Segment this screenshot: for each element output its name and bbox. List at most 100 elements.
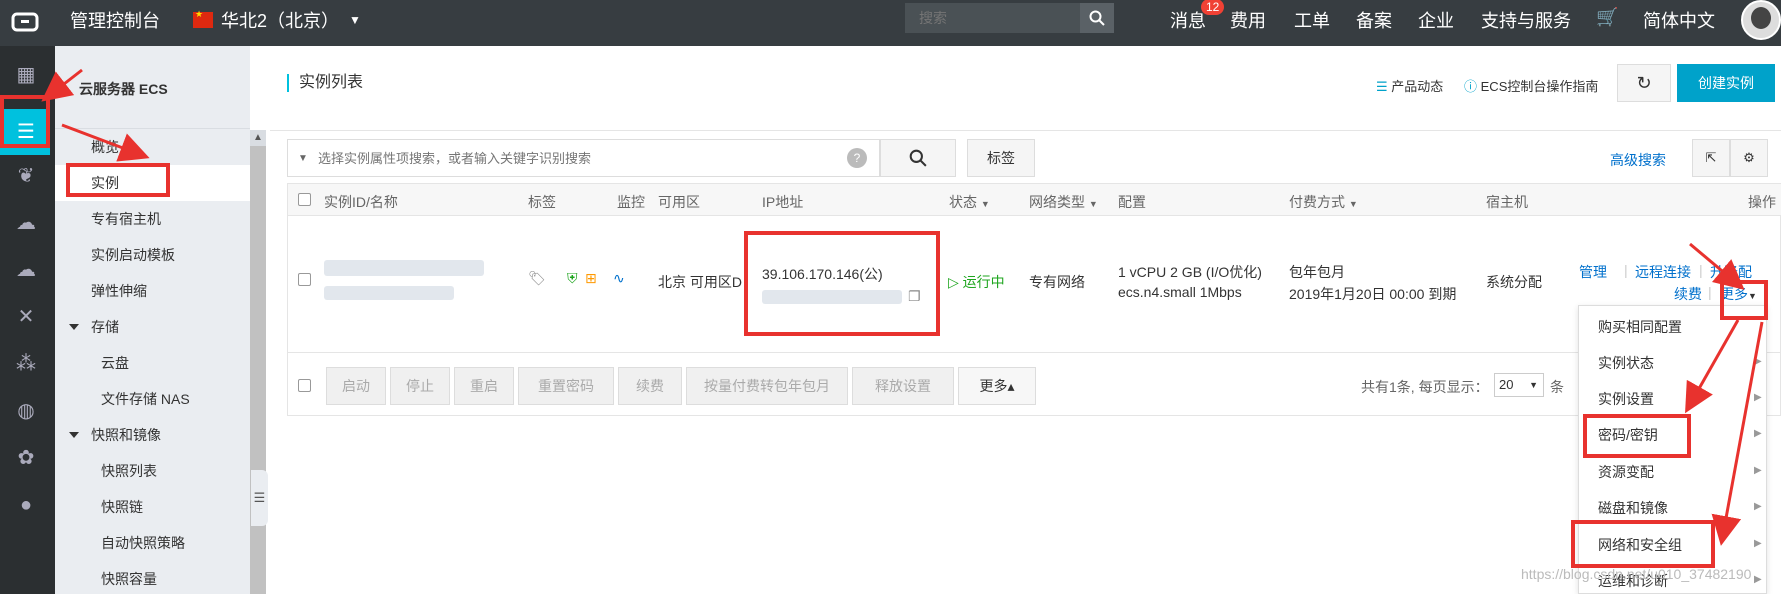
- annotation-box-password: [1583, 414, 1691, 458]
- collapse-sidebar-icon[interactable]: ☰: [251, 470, 268, 526]
- instance-search-input[interactable]: [318, 141, 847, 175]
- cloud-icon[interactable]: ☁: [14, 211, 38, 235]
- settings-button[interactable]: ⚙: [1730, 139, 1768, 177]
- nav-icp[interactable]: 备案: [1356, 7, 1392, 33]
- sidebar-group-snapshots[interactable]: 快照和镜像: [55, 417, 250, 453]
- globe-icon[interactable]: ◍: [14, 399, 38, 423]
- instance-search-button[interactable]: [880, 139, 956, 177]
- release-settings-button[interactable]: 释放设置: [852, 367, 954, 405]
- menu-item-resource-change[interactable]: 资源变配: [1598, 462, 1654, 482]
- renew-link[interactable]: 续费: [1674, 284, 1702, 304]
- guide-link[interactable]: ⓘ ECS控制台操作指南: [1464, 76, 1598, 95]
- chevron-right-icon: ▶: [1754, 538, 1762, 549]
- sidebar-item-snapshot-list[interactable]: 快照列表: [55, 453, 250, 489]
- menu-item-instance-status[interactable]: 实例状态: [1598, 353, 1654, 373]
- nav-enterprise[interactable]: 企业: [1418, 7, 1454, 33]
- upgrade-link[interactable]: 升降配: [1710, 262, 1752, 282]
- scroll-up-icon[interactable]: ▲: [250, 130, 266, 146]
- col-tags: 标签: [528, 194, 556, 210]
- avatar[interactable]: [1741, 0, 1781, 40]
- console-home-link[interactable]: 管理控制台: [70, 7, 160, 33]
- page-title: 实例列表: [287, 74, 363, 92]
- chevron-right-icon: ▶: [1754, 356, 1762, 367]
- tag-filter-button[interactable]: 标签: [967, 139, 1035, 177]
- help-circle-icon: ⓘ: [1464, 79, 1478, 94]
- billing-expiry-value: 2019年1月20日 00:00 到期: [1289, 286, 1457, 302]
- export-button[interactable]: ⇱: [1692, 139, 1730, 177]
- instance-search: ▼ ?: [287, 139, 880, 177]
- menu-item-buy-same[interactable]: 购买相同配置: [1598, 317, 1682, 337]
- remote-connect-link[interactable]: 远程连接: [1635, 262, 1691, 282]
- convert-billing-button[interactable]: 按量付费转包年包月: [686, 367, 848, 405]
- billing-type-value: 包年包月: [1289, 264, 1345, 280]
- footer-select-all-checkbox[interactable]: [298, 379, 311, 392]
- tag-icon[interactable]: 🏷: [528, 270, 546, 287]
- advanced-search-link[interactable]: 高级搜索: [1610, 150, 1666, 170]
- sidebar-group-storage[interactable]: 存储: [55, 309, 250, 345]
- sidebar-item-dedicated-hosts[interactable]: 专有宿主机: [55, 201, 250, 237]
- nav-billing[interactable]: 费用: [1230, 7, 1266, 33]
- monitor-chart-icon[interactable]: ∿: [613, 270, 625, 287]
- menu-item-instance-settings[interactable]: 实例设置: [1598, 389, 1654, 409]
- cluster-icon[interactable]: ⁂: [14, 352, 38, 376]
- windows-icon: ⊞: [585, 270, 597, 286]
- chevron-down-icon[interactable]: ▼: [288, 153, 318, 164]
- refresh-button[interactable]: ↻: [1617, 64, 1671, 102]
- region-selector[interactable]: 华北2（北京） ▼: [193, 7, 361, 33]
- sidebar-item-snapshot-chain[interactable]: 快照链: [55, 489, 250, 525]
- global-search-input[interactable]: [905, 3, 1080, 33]
- export-icon: ⇱: [1705, 150, 1717, 165]
- sidebar-item-nas[interactable]: 文件存储 NAS: [55, 381, 250, 417]
- chevron-down-icon: ▼: [1088, 199, 1098, 209]
- sidebar-item-launch-templates[interactable]: 实例启动模板: [55, 237, 250, 273]
- col-status[interactable]: 状态 ▼: [949, 192, 990, 212]
- chevron-down-icon: ▼: [980, 199, 990, 209]
- sidebar-item-overview[interactable]: 概览: [55, 129, 250, 165]
- reset-password-button[interactable]: 重置密码: [518, 367, 614, 405]
- gear-cloud-icon[interactable]: ✿: [14, 446, 38, 470]
- apps-grid-icon[interactable]: ▦: [14, 63, 38, 87]
- circle-icon[interactable]: ●: [14, 493, 38, 517]
- sidebar-item-snapshot-capacity[interactable]: 快照容量: [55, 561, 250, 594]
- stop-button[interactable]: 停止: [390, 367, 450, 405]
- restart-button[interactable]: 重启: [454, 367, 514, 405]
- network-icon[interactable]: ✕: [14, 305, 38, 329]
- nav-language[interactable]: 简体中文: [1643, 7, 1715, 33]
- guide-label: ECS控制台操作指南: [1480, 79, 1599, 94]
- col-instance-id: 实例ID/名称: [324, 194, 398, 210]
- brain-icon[interactable]: ❦: [14, 164, 38, 188]
- more-button[interactable]: 更多▴: [958, 367, 1036, 405]
- shield-icon: ⛨: [567, 270, 578, 286]
- sidebar-item-disks[interactable]: 云盘: [55, 345, 250, 381]
- nav-messages[interactable]: 消息: [1170, 7, 1206, 33]
- config-type-value: ecs.n4.small 1Mbps: [1118, 284, 1242, 300]
- menu-item-disk-image[interactable]: 磁盘和镜像: [1598, 498, 1668, 518]
- select-all-checkbox[interactable]: [298, 193, 311, 206]
- annotation-box-network: [1571, 520, 1715, 568]
- redacted-instance-id[interactable]: [324, 260, 484, 276]
- page-size-select[interactable]: 20 ▼: [1494, 373, 1544, 397]
- cloud-upload-icon[interactable]: ☁: [14, 258, 38, 282]
- ecs-sidebar: 云服务器 ECS 概览 实例 专有宿主机 实例启动模板 弹性伸缩 存储 云盘 文…: [55, 46, 250, 594]
- chevron-right-icon: ▶: [1754, 428, 1762, 439]
- help-icon[interactable]: ?: [847, 148, 867, 168]
- create-instance-button[interactable]: 创建实例: [1677, 64, 1775, 102]
- search-button[interactable]: [1080, 3, 1114, 33]
- col-billing[interactable]: 付费方式 ▼: [1289, 192, 1358, 212]
- sidebar-title: 云服务器 ECS: [79, 81, 168, 97]
- sidebar-item-auto-scaling[interactable]: 弹性伸缩: [55, 273, 250, 309]
- nav-tickets[interactable]: 工单: [1294, 7, 1330, 33]
- nav-support[interactable]: 支持与服务: [1481, 7, 1571, 33]
- col-network[interactable]: 网络类型 ▼: [1029, 192, 1098, 212]
- annotation-box-ip: [744, 231, 940, 336]
- start-button[interactable]: 启动: [326, 367, 386, 405]
- col-status-label: 状态: [949, 194, 977, 210]
- cart-icon[interactable]: 🛒: [1596, 7, 1618, 28]
- sidebar-item-auto-snapshot[interactable]: 自动快照策略: [55, 525, 250, 561]
- row-checkbox[interactable]: [298, 273, 311, 286]
- renew-button[interactable]: 续费: [618, 367, 682, 405]
- aliyun-logo-icon[interactable]: [10, 9, 40, 35]
- product-news-link[interactable]: ☰ 产品动态: [1376, 76, 1443, 95]
- redacted-instance-name: [324, 286, 454, 300]
- manage-link[interactable]: 管理: [1579, 262, 1607, 282]
